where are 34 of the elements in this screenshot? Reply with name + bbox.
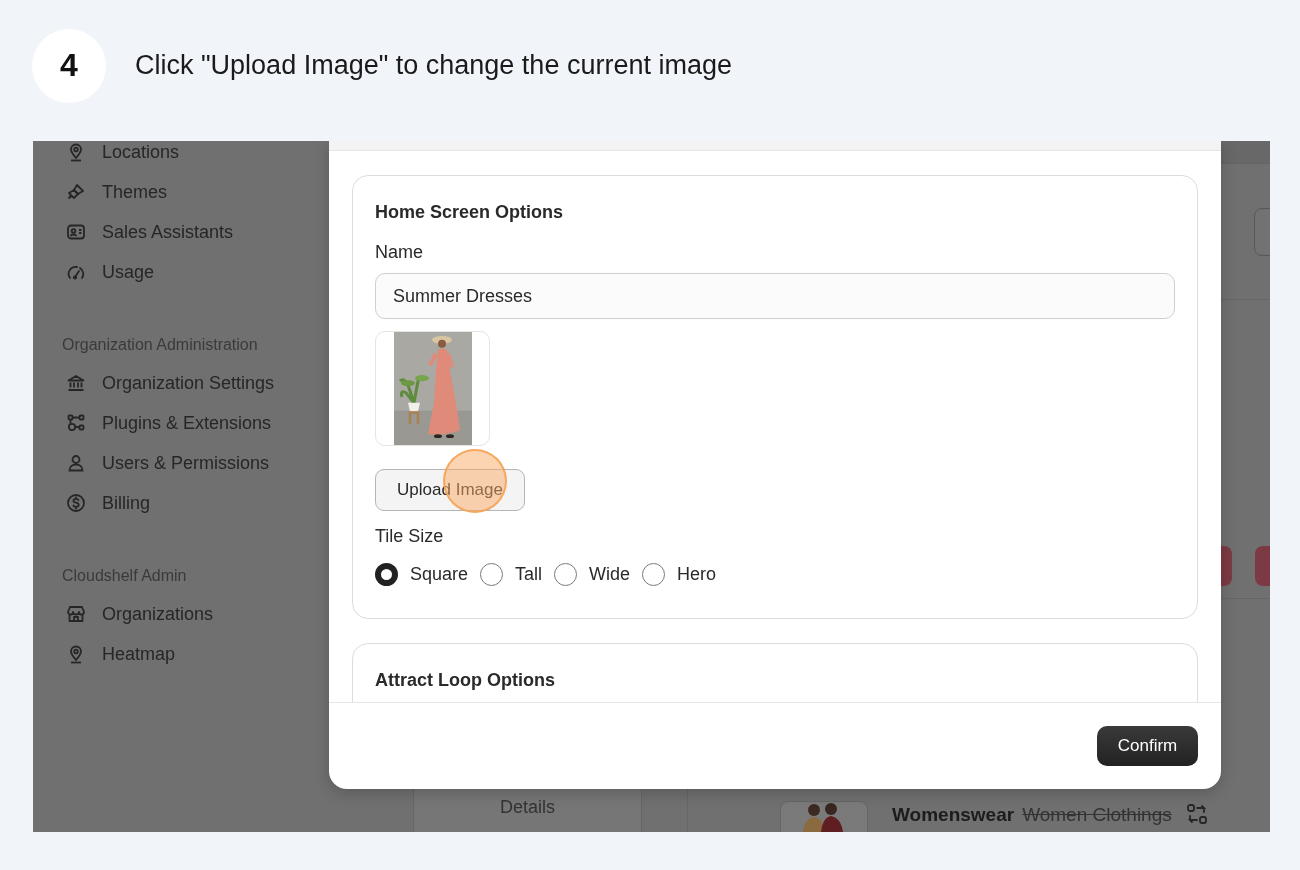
tile-size-option[interactable]: Hero xyxy=(642,563,717,586)
swap-icon[interactable] xyxy=(1185,803,1208,825)
tile-size-option[interactable]: Tall xyxy=(480,563,543,586)
radio-button[interactable] xyxy=(480,563,504,586)
product-name: Womenswear xyxy=(892,804,1015,826)
step-number: 4 xyxy=(32,28,106,103)
brush-icon xyxy=(66,182,86,202)
sidebar-item[interactable]: Users & Permissions xyxy=(62,443,378,483)
card-title: Home Screen Options xyxy=(375,201,564,223)
details-label: Details xyxy=(500,797,555,818)
radio-button[interactable] xyxy=(554,563,578,586)
sidebar-item[interactable]: Heatmap xyxy=(62,634,378,674)
sidebar-item[interactable]: Organizations xyxy=(62,594,378,634)
tile-size-option[interactable]: Square xyxy=(375,563,469,586)
field-label: Name xyxy=(375,241,423,263)
radio-button[interactable] xyxy=(642,563,666,586)
sidebar-item[interactable]: Plugins & Extensions xyxy=(62,403,378,443)
user-icon xyxy=(66,453,86,473)
sidebar-item[interactable]: Locations xyxy=(62,141,378,172)
store-icon xyxy=(66,604,86,624)
card-title: Attract Loop Options xyxy=(375,669,555,691)
dollar-icon xyxy=(66,493,86,513)
field-label: Tile Size xyxy=(375,525,444,547)
radio-button[interactable] xyxy=(375,563,398,586)
sidebar-item[interactable]: Billing xyxy=(62,483,378,523)
nodes-icon xyxy=(66,413,86,433)
product-old-name: Women Clothings xyxy=(1022,804,1172,826)
tile-size-option[interactable]: Wide xyxy=(554,563,631,586)
step-instruction: Click "Upload Image" to change the current image xyxy=(135,50,732,81)
confirm-button[interactable]: Confirm xyxy=(1097,726,1198,766)
id-card-icon xyxy=(66,222,86,242)
sidebar-item[interactable]: Organization Settings xyxy=(62,363,378,403)
bank-icon xyxy=(66,373,86,393)
name-field[interactable]: Summer Dresses xyxy=(375,273,1175,319)
